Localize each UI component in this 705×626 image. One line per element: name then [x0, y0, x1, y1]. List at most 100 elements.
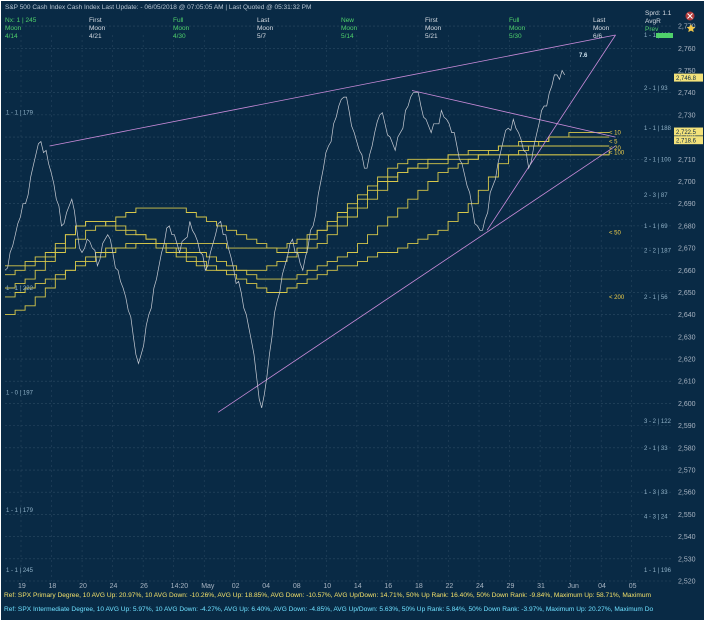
trendlines	[49, 34, 616, 413]
fib-label-right: 2 - 1 | 33	[644, 446, 668, 452]
fib-label-right: 1 - 1 | 188	[644, 126, 672, 132]
y-tick-label: 2,710	[678, 157, 696, 164]
moon-word: Moon	[593, 25, 610, 32]
price-line	[4, 69, 566, 408]
x-tick-label: 26	[140, 583, 148, 590]
x-tick-label: 31	[537, 583, 545, 590]
moon-phase: First	[425, 17, 438, 24]
fib-label-right: 2 - 1 | 93	[644, 86, 668, 92]
y-tick-label: 2,760	[678, 46, 696, 53]
x-tick-label: 04	[598, 583, 606, 590]
fib-label-right: 2 - 3 | 87	[644, 193, 668, 199]
moon-word: Moon	[509, 25, 526, 32]
header-left-1: Nx: 1 | 245	[5, 17, 37, 24]
fib-label-right: 2 - 2 | 187	[644, 248, 672, 254]
moon-phase: First	[89, 17, 102, 24]
avg-label: AvgR	[645, 18, 661, 25]
price-tag: 2,718.6	[676, 138, 697, 144]
x-tick-label: 10	[323, 583, 331, 590]
x-tick-label: 22	[445, 583, 453, 590]
chart-canvas: 2,520 2,530 2,540 2,550 2,560 2,570 2,580 2,590…	[4, 4, 703, 613]
labels: 2,520 2,530 2,540 2,550 2,560 2,570 2,580 2,590…	[6, 17, 703, 590]
x-tick-label: 29	[507, 583, 515, 590]
moon-phase: Last	[257, 17, 269, 24]
moon-date: 5/30	[509, 33, 522, 40]
ma-label: < 200	[609, 295, 625, 301]
y-tick-label: 2,600	[678, 401, 696, 408]
y-tick-label: 2,670	[678, 246, 696, 253]
fib-label-right: 1 - 3 | 33	[644, 490, 668, 496]
moon-word: Moon	[173, 25, 190, 32]
fib-label-left: 1 - 1 | 179	[6, 111, 34, 117]
y-tick-label: 2,520	[678, 579, 696, 586]
moon-word: Moon	[425, 25, 442, 32]
x-tick-label: 24	[476, 583, 484, 590]
x-tick-label: 14:20	[171, 583, 189, 590]
moon-word: Moon	[89, 25, 106, 32]
moon-word: Moon	[257, 25, 274, 32]
ma-label: < 100	[609, 151, 625, 157]
y-tick-label: 2,550	[678, 512, 696, 519]
fib-label-right: 1 - 1 | 196	[644, 568, 672, 574]
fib-label-right: 1 - 1 | 69	[644, 224, 668, 230]
y-tick-label: 2,630	[678, 334, 696, 341]
y-tick-label: 2,580	[678, 445, 696, 452]
y-tick-label: 2,740	[678, 90, 696, 97]
moon-date: 5/7	[257, 33, 266, 40]
x-tick-label: 08	[293, 583, 301, 590]
x-tick-label: May	[201, 583, 215, 590]
y-tick-label: 2,530	[678, 556, 696, 563]
close-icon[interactable]	[685, 11, 695, 21]
moon-date: 4/21	[89, 33, 102, 40]
spx-chart: 2,520 2,530 2,540 2,550 2,560 2,570 2,580 2,590…	[1, 1, 704, 620]
x-tick-label: 18	[49, 583, 57, 590]
x-tick-label: 16	[384, 583, 392, 590]
ref-intermediate-degree: Ref: SPX Intermediate Degree, 10 AVG Up:…	[4, 606, 654, 613]
y-tick-label: 2,640	[678, 312, 696, 319]
y-tick-label: 2,650	[678, 290, 696, 297]
moon-date: 6/6	[593, 33, 602, 40]
moon-phase: New	[341, 17, 354, 24]
fib-label-left: 1 - 1 | 179	[6, 508, 34, 514]
annotation: 7.6	[579, 53, 588, 59]
fib-label-left: 1 - 1 | 222	[6, 286, 34, 292]
ma-label: < 10	[609, 131, 622, 137]
ref-primary-degree: Ref: SPX Primary Degree, 10 AVG Up: 20.9…	[4, 592, 651, 599]
fib-label-left: 1 - 0 | 197	[6, 390, 34, 396]
moon-date: 5/21	[425, 33, 438, 40]
header-left-2: Moon	[5, 25, 22, 32]
x-tick-label: 05	[629, 583, 637, 590]
x-tick-label: 19	[18, 583, 26, 590]
moon-date: 5/14	[341, 33, 354, 40]
y-tick-label: 2,560	[678, 490, 696, 497]
fib-label-right: 3 - 2 | 122	[644, 419, 672, 425]
y-tick-label: 2,730	[678, 112, 696, 119]
x-tick-label: 02	[232, 583, 240, 590]
price-series	[4, 69, 566, 408]
fib-label-left: 1 - 1 | 245	[6, 568, 34, 574]
prev-badge	[656, 33, 673, 38]
y-tick-label: 2,590	[678, 423, 696, 430]
header-left-3: 4/14	[5, 33, 18, 40]
ma-label: < 50	[609, 231, 622, 237]
fib-label-right: 2 - 1 | 100	[644, 157, 672, 163]
x-tick-label: 14	[354, 583, 362, 590]
y-tick-label: 2,610	[678, 379, 696, 386]
y-tick-label: 2,620	[678, 357, 696, 364]
x-tick-label: 18	[415, 583, 423, 590]
chart-frame: 2,520 2,530 2,540 2,550 2,560 2,570 2,580 2,590…	[0, 0, 705, 626]
x-tick-label: Jun	[568, 583, 579, 590]
grid	[5, 25, 673, 582]
y-tick-label: 2,680	[678, 223, 696, 230]
x-tick-label: 24	[110, 583, 118, 590]
price-tag: 2,746.8	[676, 76, 697, 82]
prev-label: Prev	[645, 26, 659, 33]
y-tick-label: 2,540	[678, 534, 696, 541]
y-tick-label: 2,660	[678, 268, 696, 275]
moon-phase: Full	[173, 17, 184, 24]
chart-title: S&P 500 Cash Index Cash Index Last Updat…	[5, 4, 311, 11]
ma-label: < 5	[609, 140, 618, 146]
moon-phase: Last	[593, 17, 605, 24]
moon-word: Moon	[341, 25, 358, 32]
x-tick-label: 20	[79, 583, 87, 590]
